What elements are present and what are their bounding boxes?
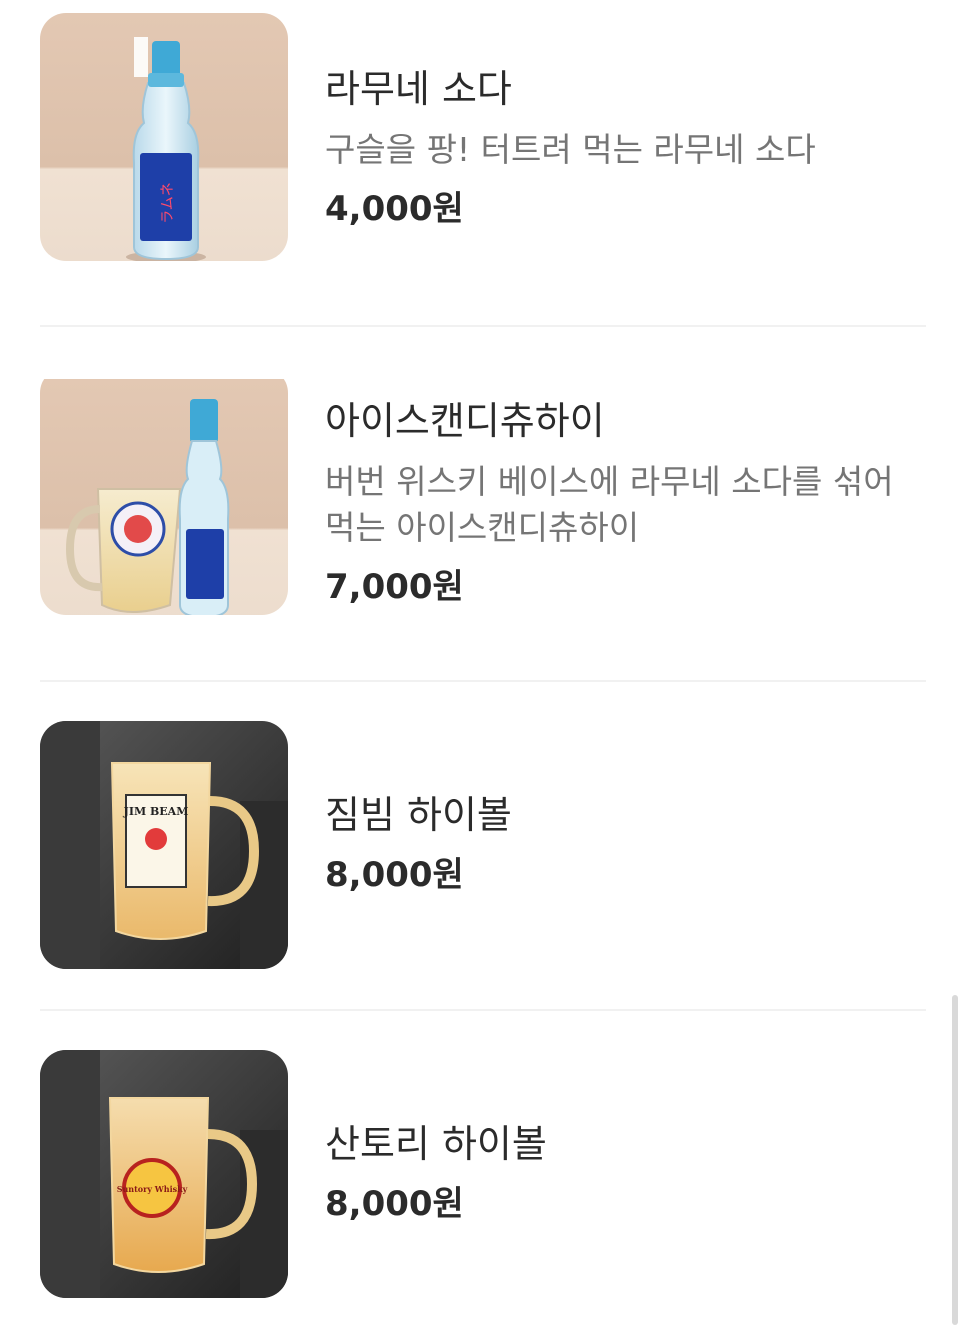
menu-item-image: ラムネ (40, 13, 288, 261)
menu-item-info: 산토리 하이볼 8,000원 (325, 1120, 925, 1226)
label-text: JIM BEAM (123, 805, 189, 818)
menu-item-name: 짐빔 하이볼 (325, 793, 512, 837)
menu-item-name: 라무네 소다 (325, 67, 512, 111)
scrollbar[interactable] (952, 995, 958, 1325)
menu-item-info: 짐빔 하이볼 8,000원 (325, 791, 925, 897)
menu-item-info: 라무네 소다 구슬을 팡! 터트려 먹는 라무네 소다 4,000원 (325, 65, 925, 231)
label-text: ラムネ (160, 182, 176, 224)
menu-item-price: 8,000원 (325, 855, 464, 895)
menu-item-name: 산토리 하이볼 (325, 1122, 547, 1166)
menu-item-info: 아이스캔디츄하이 버번 위스키 베이스에 라무네 소다를 섞어 먹는 아이스캔디… (325, 397, 925, 609)
divider (40, 1009, 926, 1011)
menu-item-image: Suntory Whisky (40, 1050, 288, 1298)
menu-item-description: 버번 위스키 베이스에 라무네 소다를 섞어 먹는 아이스캔디츄하이 (325, 462, 894, 547)
menu-item-suntory-highball[interactable]: Suntory Whisky 산토리 하이볼 8,000원 (40, 1050, 926, 1298)
divider (40, 680, 926, 682)
menu-item-description: 구슬을 팡! 터트려 먹는 라무네 소다 (325, 130, 816, 169)
menu-item-price: 4,000원 (325, 189, 464, 229)
menu-item-price: 8,000원 (325, 1184, 464, 1224)
divider (40, 325, 926, 327)
menu-item-name: 아이스캔디츄하이 (325, 399, 605, 443)
menu-item-image (40, 367, 288, 615)
menu-item-image: JIM BEAM (40, 721, 288, 969)
label-text: Suntory Whisky (117, 1184, 188, 1194)
menu-item-ramune-soda[interactable]: ラムネ 라무네 소다 구슬을 팡! 터트려 먹는 라무네 소다 4,000원 (40, 13, 926, 285)
menu-item-ice-candy-chuhai[interactable]: 아이스캔디츄하이 버번 위스키 베이스에 라무네 소다를 섞어 먹는 아이스캔디… (40, 367, 926, 639)
menu-item-jim-beam-highball[interactable]: JIM BEAM 짐빔 하이볼 8,000원 (40, 721, 926, 969)
menu-item-price: 7,000원 (325, 567, 464, 607)
